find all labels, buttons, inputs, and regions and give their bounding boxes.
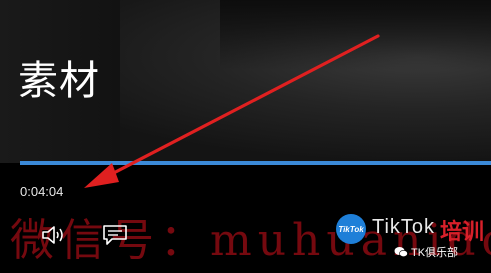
brand-training-label: 培训 — [440, 220, 485, 245]
club-name: TK俱乐部 — [411, 247, 459, 259]
club-label: TK俱乐部 — [394, 244, 458, 260]
brand-logo: TikTok TikTok 培训 TK俱乐部 — [336, 214, 486, 264]
wechat-icon — [394, 247, 408, 258]
tiktok-circle-logo: TikTok — [336, 214, 366, 244]
brand-name: TikTok — [372, 216, 436, 238]
